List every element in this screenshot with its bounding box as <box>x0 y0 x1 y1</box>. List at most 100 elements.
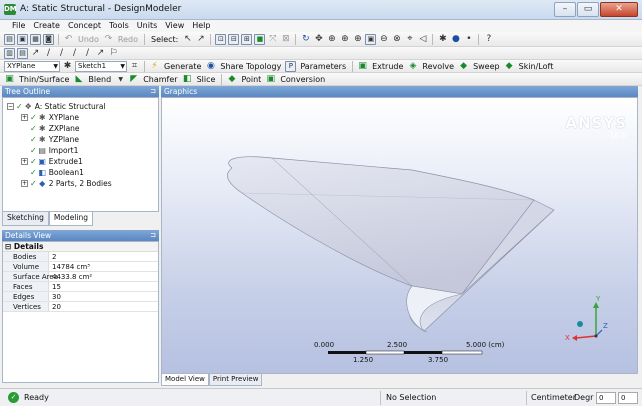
point-icon[interactable]: ◆ <box>226 74 237 85</box>
details-row[interactable]: Bodies 2 <box>3 252 158 262</box>
trim-icon[interactable]: ↗ <box>95 48 106 59</box>
pan-icon[interactable]: ✥ <box>313 34 324 45</box>
select-mode-icon[interactable]: ↖ <box>182 34 193 45</box>
chamfer-icon[interactable]: ◤ <box>128 74 139 85</box>
plane-dropdown[interactable]: XYPlane ▼ <box>4 60 60 72</box>
zoom-fit-icon[interactable]: ▣ <box>365 33 377 45</box>
display-model-icon[interactable]: ● <box>450 34 461 45</box>
minimize-button[interactable]: – <box>554 2 576 17</box>
line-icon[interactable]: ∕ <box>43 48 54 59</box>
model-canvas[interactable] <box>162 98 638 374</box>
previous-view-icon[interactable]: ◁ <box>417 34 428 45</box>
tab-print-preview[interactable]: Print Preview <box>208 374 263 386</box>
select-point-icon[interactable]: ⊡ <box>215 33 227 45</box>
select-filter-icon[interactable]: ↗ <box>195 34 206 45</box>
flag-icon[interactable]: ⚐ <box>108 48 119 59</box>
zoom-in-icon[interactable]: ⊕ <box>339 34 350 45</box>
tab-modeling[interactable]: Modeling <box>48 212 93 226</box>
close-button[interactable]: ✕ <box>600 2 638 17</box>
slice-button[interactable]: Slice <box>195 75 218 84</box>
tree-item-import1[interactable]: ✓ ▤ Import1 <box>30 145 78 156</box>
offset-icon[interactable]: ∕ <box>82 48 93 59</box>
blend-button[interactable]: Blend <box>86 75 113 84</box>
redo-icon[interactable]: ↷ <box>103 34 114 45</box>
help-icon[interactable]: ? <box>483 34 494 45</box>
revolve-button[interactable]: Revolve <box>420 62 456 71</box>
extrude-icon[interactable]: ▣ <box>357 61 368 72</box>
new-plane-icon[interactable]: ✱ <box>62 61 73 72</box>
menu-view[interactable]: View <box>161 20 188 32</box>
zoom-box-icon[interactable]: ⊕ <box>352 34 363 45</box>
details-row[interactable]: Surface Area 4433.8 cm² <box>3 272 158 282</box>
triad-ball[interactable] <box>577 321 583 327</box>
display-point-icon[interactable]: • <box>463 34 474 45</box>
redo-button[interactable]: Redo <box>116 35 140 44</box>
details-row[interactable]: Edges 30 <box>3 292 158 302</box>
maximize-button[interactable]: ▭ <box>577 2 599 17</box>
expand-icon[interactable]: + <box>21 180 28 187</box>
wing-top-surface[interactable] <box>227 156 535 295</box>
extend-select-icon[interactable]: ⤧ <box>267 34 278 45</box>
details-row[interactable]: Vertices 20 <box>3 302 158 312</box>
menu-file[interactable]: File <box>8 20 29 32</box>
sweep-icon[interactable]: ◆ <box>458 61 469 72</box>
layer-icon[interactable]: ▥ <box>4 47 15 59</box>
zoom-icon[interactable]: ⊕ <box>326 34 337 45</box>
chamfer-button[interactable]: Chamfer <box>141 75 179 84</box>
share-topology-button[interactable]: Share Topology <box>218 62 283 71</box>
menu-help[interactable]: Help <box>188 20 214 32</box>
tree-item-xyplane[interactable]: + ✓ ✱ XYPlane <box>21 112 79 123</box>
rotate-icon[interactable]: ↻ <box>300 34 311 45</box>
menu-units[interactable]: Units <box>133 20 161 32</box>
skin-loft-icon[interactable]: ◆ <box>504 61 515 72</box>
details-group[interactable]: ⊟ Details <box>3 242 158 252</box>
thin-surface-button[interactable]: Thin/Surface <box>17 75 71 84</box>
isometric-icon[interactable]: ⌖ <box>404 34 415 45</box>
menu-tools[interactable]: Tools <box>105 20 133 32</box>
generate-icon[interactable]: ⚡ <box>149 61 160 72</box>
details-row[interactable]: Faces 15 <box>3 282 158 292</box>
pin-icon[interactable]: ⊐ <box>150 86 156 97</box>
tree-item-extrude1[interactable]: + ✓ ▣ Extrude1 <box>21 156 83 167</box>
select-face-icon[interactable]: ⊞ <box>241 33 253 45</box>
tree-item-boolean1[interactable]: ✓ ◧ Boolean1 <box>30 167 84 178</box>
tree-item-root[interactable]: − ✓ ❖ A: Static Structural <box>7 101 106 112</box>
pin-icon[interactable]: ⊐ <box>150 230 156 241</box>
new-icon[interactable]: ▤ <box>4 33 15 45</box>
select-edge-icon[interactable]: ⊟ <box>228 33 240 45</box>
spline-icon[interactable]: ∕ <box>69 48 80 59</box>
triad-icon[interactable]: ✱ <box>437 34 448 45</box>
tree-item-zxplane[interactable]: ✓ ✱ ZXPlane <box>30 123 80 134</box>
chevron-down-icon[interactable]: ▼ <box>115 74 126 85</box>
thin-surface-icon[interactable]: ▣ <box>4 74 15 85</box>
status-unit[interactable]: Centimeter <box>531 393 576 402</box>
tree-item-parts[interactable]: + ✓ ◆ 2 Parts, 2 Bodies <box>21 178 112 189</box>
status-angle-unit[interactable]: Degr <box>574 393 593 402</box>
collapse-icon[interactable]: − <box>7 103 14 110</box>
export-icon[interactable]: ▦ <box>30 33 41 45</box>
menu-create[interactable]: Create <box>29 20 64 32</box>
parameters-button[interactable]: Parameters <box>298 62 348 71</box>
sweep-button[interactable]: Sweep <box>471 62 502 71</box>
dimension-icon[interactable]: ↗ <box>30 48 41 59</box>
expand-icon[interactable]: + <box>21 114 28 121</box>
generate-button[interactable]: Generate <box>162 62 203 71</box>
revolve-icon[interactable]: ◈ <box>407 61 418 72</box>
undo-icon[interactable]: ↶ <box>63 34 74 45</box>
select-body-icon[interactable]: ■ <box>254 33 266 45</box>
look-at-icon[interactable]: ⊗ <box>391 34 402 45</box>
tree-item-yzplane[interactable]: ✓ ✱ YZPlane <box>30 134 79 145</box>
save-icon[interactable]: ▣ <box>17 33 28 45</box>
expand-icon[interactable]: + <box>21 158 28 165</box>
details-row[interactable]: Volume 14784 cm³ <box>3 262 158 272</box>
conversion-icon[interactable]: ▣ <box>265 74 276 85</box>
conversion-button[interactable]: Conversion <box>278 75 327 84</box>
menu-concept[interactable]: Concept <box>64 20 105 32</box>
extrude-button[interactable]: Extrude <box>370 62 405 71</box>
plane-icon[interactable]: ▤ <box>17 47 28 59</box>
screenshot-icon[interactable]: ◙ <box>43 33 54 45</box>
tab-model-view[interactable]: Model View <box>161 374 209 386</box>
parameters-icon[interactable]: P <box>285 60 297 72</box>
skin-loft-button[interactable]: Skin/Loft <box>517 62 556 71</box>
zoom-out-icon[interactable]: ⊖ <box>378 34 389 45</box>
